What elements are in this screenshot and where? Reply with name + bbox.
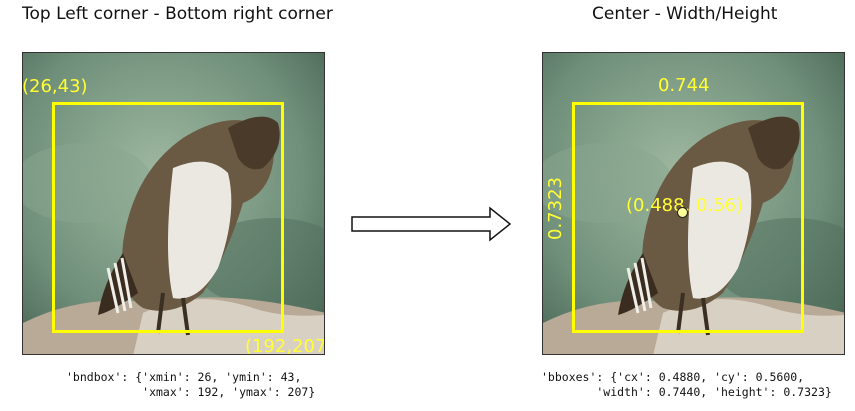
bounding-box: [572, 102, 804, 333]
bndbox-code-caption: 'bndbox': {'xmin': 26, 'ymin': 43, 'xmax…: [66, 370, 315, 400]
right-panel-title: Center - Width/Height: [592, 4, 778, 24]
bboxes-code-line2: 'width': 0.7440, 'height': 0.7323}: [541, 385, 832, 399]
left-bird-photo: (26,43) (192,207: [22, 52, 325, 355]
bndbox-code-line1: 'bndbox': {'xmin': 26, 'ymin': 43,: [66, 370, 302, 384]
right-bird-photo: 0.744 0.7323 (0.488, 0.56): [542, 52, 845, 355]
bndbox-code-line2: 'xmax': 192, 'ymax': 207}: [66, 385, 316, 399]
center-point-marker: [677, 207, 688, 218]
bboxes-code-line1: 'bboxes': {'cx': 0.4880, 'cy': 0.5600,: [541, 370, 805, 384]
left-panel-title: Top Left corner - Bottom right corner: [22, 4, 333, 24]
top-left-corner-label: (26,43): [22, 76, 88, 97]
height-label: 0.7323: [544, 177, 566, 240]
width-label: 0.744: [658, 75, 710, 96]
bboxes-code-caption: 'bboxes': {'cx': 0.4880, 'cy': 0.5600, '…: [541, 370, 832, 400]
bottom-right-corner-label: (192,207: [245, 336, 325, 355]
bounding-box: [52, 102, 284, 333]
right-arrow-icon: [351, 206, 512, 242]
